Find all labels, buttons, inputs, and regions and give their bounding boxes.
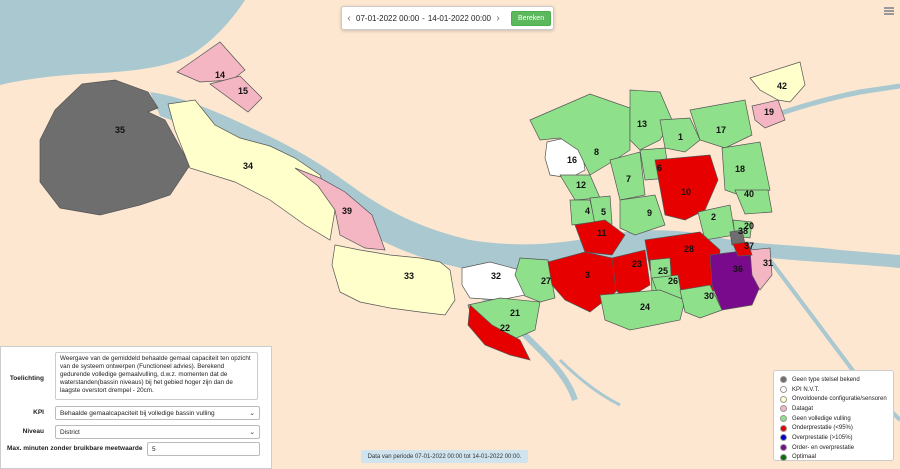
chevron-right-icon[interactable]: › <box>491 13 505 24</box>
district-label: 33 <box>404 271 414 281</box>
district-label: 31 <box>763 258 773 268</box>
district-label: 17 <box>716 125 726 135</box>
legend-swatch <box>780 444 787 452</box>
district-label: 36 <box>733 264 743 274</box>
district-label: 10 <box>681 187 691 197</box>
max-minutes-input[interactable]: 5 <box>147 442 260 456</box>
calculate-button[interactable]: Bereken <box>511 10 552 26</box>
district-label: 2 <box>711 212 716 222</box>
district-label: 15 <box>238 86 248 96</box>
district-label: 27 <box>541 276 551 286</box>
legend-item: Geen type stelsel bekend <box>780 375 887 385</box>
legend-swatch <box>780 386 787 394</box>
settings-panel: Toelichting Weergave van de gemiddeld be… <box>0 346 272 469</box>
legend-swatch <box>780 434 787 442</box>
niveau-select[interactable]: District ⌄ <box>55 425 260 439</box>
district-label: 32 <box>491 271 501 281</box>
niveau-select-value: District <box>60 428 80 436</box>
end-date[interactable]: 14-01-2022 00:00 <box>428 14 491 23</box>
district-label: 18 <box>735 164 745 174</box>
toelichting-label: Toelichting <box>9 375 44 382</box>
district-label: 30 <box>704 291 714 301</box>
legend-item: KPI N.V.T. <box>780 385 887 395</box>
district-label: 11 <box>597 228 607 238</box>
legend-item: Onderprestatie (<95%) <box>780 423 887 433</box>
legend-label: Order- en overprestatie <box>792 444 855 451</box>
kpi-select-value: Behaalde gemaalcapaciteit bij volledige … <box>60 409 215 417</box>
district-label: 16 <box>567 155 577 165</box>
district-label: 35 <box>115 125 125 135</box>
district-label: 42 <box>777 81 787 91</box>
date-separator: - <box>422 13 425 23</box>
max-minutes-value: 5 <box>152 445 156 453</box>
district-label: 28 <box>684 244 694 254</box>
kpi-select[interactable]: Behaalde gemaalcapaciteit bij volledige … <box>55 406 260 420</box>
district-label: 4 <box>585 206 590 216</box>
chevron-down-icon: ⌄ <box>249 410 255 417</box>
legend-item: Geen volledige vulling <box>780 414 887 424</box>
district-label: 8 <box>594 147 599 157</box>
district-label: 14 <box>215 70 225 80</box>
chevron-down-icon: ⌄ <box>249 429 255 436</box>
district-label: 12 <box>576 180 586 190</box>
hamburger-menu-icon[interactable] <box>884 7 894 16</box>
district-label: 25 <box>658 266 668 276</box>
period-footer: Data van periode 07-01-2022 00:00 tot 14… <box>361 450 528 463</box>
toelichting-text: Weergave van de gemiddeld behaalde gemaa… <box>55 352 258 400</box>
district-label: 6 <box>657 163 662 173</box>
legend-item: Onvoldoende configuratie/sensoren <box>780 394 887 404</box>
chevron-left-icon[interactable]: ‹ <box>342 13 356 24</box>
start-date[interactable]: 07-01-2022 00:00 <box>356 14 419 23</box>
niveau-label: Niveau <box>22 428 44 435</box>
max-minutes-label: Max. minuten zonder bruikbare meetwaarde <box>7 445 143 452</box>
district-label: 23 <box>632 259 642 269</box>
district-label: 7 <box>626 174 631 184</box>
district-label: 38 <box>738 226 748 236</box>
kpi-label: KPI <box>33 409 44 416</box>
legend-label: Datagat <box>792 405 814 412</box>
district-label: 13 <box>637 119 647 129</box>
legend-swatch <box>780 376 787 384</box>
district-label: 21 <box>510 308 520 318</box>
legend-swatch <box>780 424 787 432</box>
legend-label: Overprestatie (>105%) <box>792 434 853 441</box>
legend-item: Order- en overprestatie <box>780 443 887 453</box>
legend-label: Optimaal <box>792 454 817 461</box>
legend-item: Overprestatie (>105%) <box>780 433 887 443</box>
date-range-picker: ‹ 07-01-2022 00:00 - 14-01-2022 00:00 › … <box>341 6 554 30</box>
district-label: 37 <box>744 241 754 251</box>
district-label: 19 <box>764 107 774 117</box>
legend-swatch <box>780 405 787 413</box>
legend-label: Geen volledige vulling <box>792 415 851 422</box>
legend-label: Onderprestatie (<95%) <box>792 425 853 432</box>
legend-label: Onvoldoende configuratie/sensoren <box>792 396 887 403</box>
district-label: 34 <box>243 161 253 171</box>
legend-label: KPI N.V.T. <box>792 386 820 393</box>
legend-label: Geen type stelsel bekend <box>792 376 860 383</box>
legend-item: Datagat <box>780 404 887 414</box>
district-label: 39 <box>342 206 352 216</box>
district-label: 3 <box>585 270 590 280</box>
district-label: 1 <box>678 132 683 142</box>
legend-swatch <box>780 395 787 403</box>
district-label: 9 <box>647 208 652 218</box>
legend-swatch <box>780 415 787 423</box>
district-label: 26 <box>668 276 678 286</box>
legend-item: Optimaal <box>780 453 887 463</box>
district-label: 24 <box>640 302 650 312</box>
legend-swatch <box>780 453 787 461</box>
district-label: 5 <box>601 207 606 217</box>
legend: Geen type stelsel bekend KPI N.V.T. Onvold… <box>773 370 894 461</box>
district-label: 22 <box>500 323 510 333</box>
district-label: 40 <box>744 189 754 199</box>
